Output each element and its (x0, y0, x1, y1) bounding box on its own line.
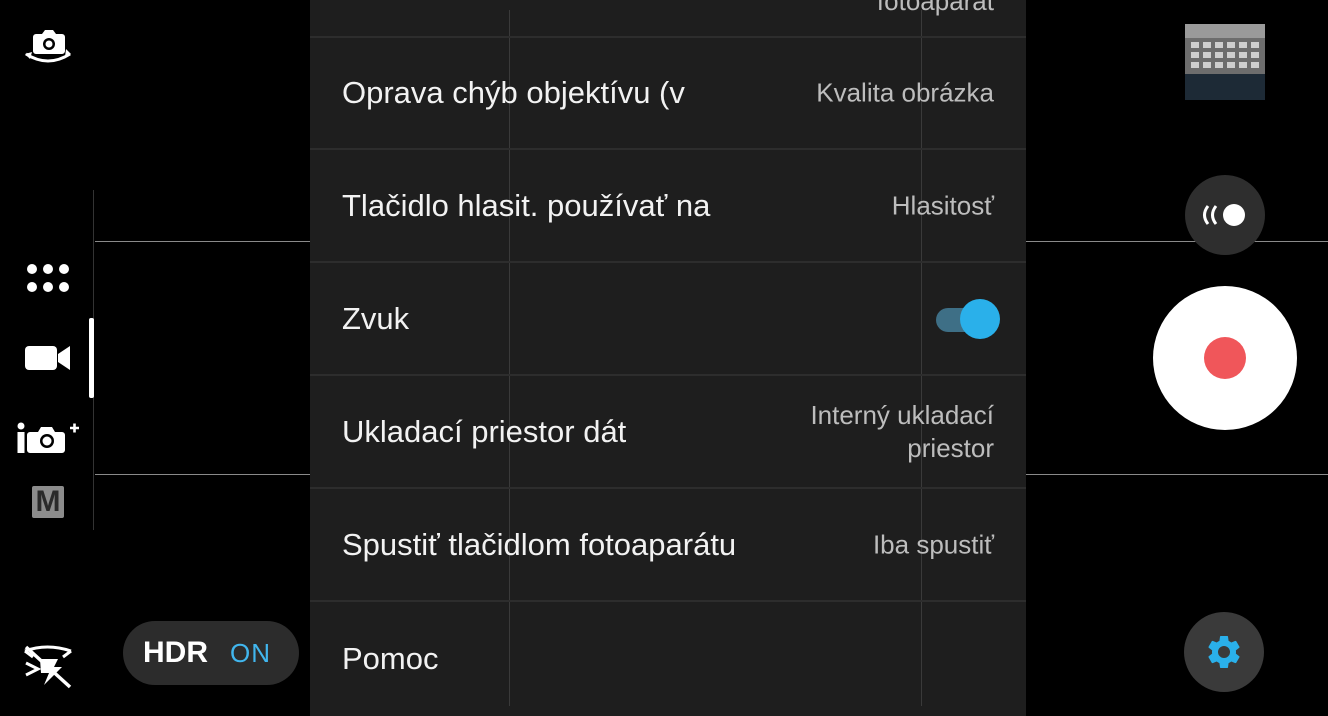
setting-value-line1: Interný ukladací (810, 400, 994, 430)
manual-mode-letter: M (35, 485, 61, 518)
setting-label: Ukladací priestor dát (342, 414, 627, 449)
video-mode-icon[interactable] (12, 328, 84, 388)
gallery-thumbnail[interactable] (1185, 24, 1265, 100)
settings-gear-icon[interactable] (1184, 612, 1264, 692)
manual-mode-icon[interactable]: M (12, 472, 84, 532)
setting-sound[interactable]: Zvuk (310, 264, 1026, 376)
setting-value: Kvalita obrázka (816, 77, 994, 108)
flash-off-icon[interactable] (12, 636, 84, 696)
sound-toggle-switch[interactable] (932, 299, 1000, 339)
settings-panel[interactable]: fotoaparát Oprava chýb objektívu (v Kval… (310, 0, 1026, 716)
setting-camera-button-launch[interactable]: Spustiť tlačidlom fotoaparátu Iba spusti… (310, 490, 1026, 602)
hdr-label: HDR (143, 636, 208, 669)
setting-value: Iba spustiť (872, 529, 994, 560)
settings-row-partial[interactable]: fotoaparát (310, 0, 1026, 38)
setting-value: fotoaparát (876, 0, 994, 16)
camera-switch-icon[interactable] (12, 16, 84, 76)
hdr-toggle-button[interactable]: HDR ON (123, 621, 299, 685)
setting-value-line2: priestor (907, 433, 994, 463)
left-toolbar: M (0, 0, 95, 716)
active-mode-indicator (89, 318, 94, 398)
setting-label: Tlačidlo hlasit. používať na (342, 188, 711, 223)
hdr-state: ON (230, 637, 271, 668)
photo-video-toggle-icon[interactable] (1185, 175, 1265, 255)
setting-value: Interný ukladací priestor (810, 399, 994, 465)
setting-lens-correction[interactable]: Oprava chýb objektívu (v Kvalita obrázka (310, 38, 1026, 150)
intelligent-photo-icon[interactable] (12, 408, 84, 468)
toggle-knob (960, 299, 1000, 339)
setting-label: Zvuk (342, 301, 410, 336)
setting-label: Spustiť tlačidlom fotoaparátu (342, 527, 737, 562)
setting-volume-button[interactable]: Tlačidlo hlasit. používať na Hlasitosť (310, 151, 1026, 263)
setting-value: Hlasitosť (891, 190, 994, 221)
setting-label: Oprava chýb objektívu (v (342, 75, 685, 110)
record-dot (1204, 337, 1246, 379)
setting-help[interactable]: Pomoc (310, 603, 1026, 715)
setting-storage[interactable]: Ukladací priestor dát Interný ukladací p… (310, 377, 1026, 489)
setting-label: Pomoc (342, 641, 439, 676)
record-button[interactable] (1153, 286, 1297, 430)
more-modes-icon[interactable] (12, 248, 84, 308)
